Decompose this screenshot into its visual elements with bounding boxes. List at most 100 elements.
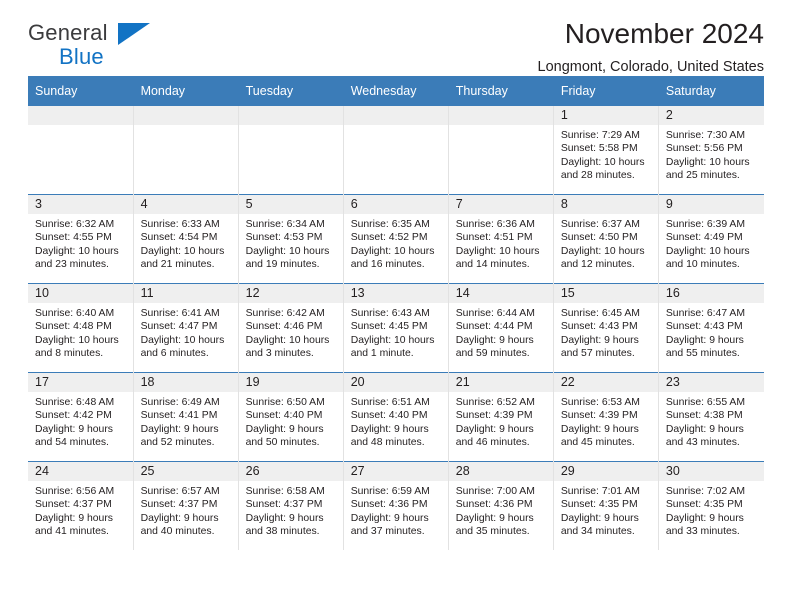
calendar-day-cell[interactable]: 24 Sunrise: 6:56 AM Sunset: 4:37 PM Dayligh… xyxy=(28,461,134,550)
calendar-day-cell[interactable]: 22 Sunrise: 6:53 AM Sunset: 4:39 PM Dayligh… xyxy=(553,372,659,462)
day-cell-inner: 24 Sunrise: 6:56 AM Sunset: 4:37 PM Dayligh… xyxy=(28,462,133,550)
calendar-day-cell[interactable]: 11 Sunrise: 6:41 AM Sunset: 4:47 PM Dayligh… xyxy=(133,283,239,373)
day-sun-info: Sunrise: 6:57 AM Sunset: 4:37 PM Daylight:… xyxy=(134,481,238,539)
daylight-text: Daylight: 9 hours and 54 minutes. xyxy=(35,423,113,449)
day-sun-info: Sunrise: 6:42 AM Sunset: 4:46 PM Daylight:… xyxy=(239,303,343,361)
calendar-day-cell[interactable]: 21 Sunrise: 6:52 AM Sunset: 4:39 PM Dayligh… xyxy=(448,372,554,462)
calendar-day-cell[interactable]: 8 Sunrise: 6:37 AM Sunset: 4:50 PM Daylight… xyxy=(553,194,659,284)
calendar-table: Sunday Monday Tuesday Wednesday Thursday… xyxy=(28,76,765,550)
calendar-day-cell[interactable]: 14 Sunrise: 6:44 AM Sunset: 4:44 PM Dayligh… xyxy=(448,283,554,373)
daylight-text: Daylight: 9 hours and 41 minutes. xyxy=(35,512,113,538)
day-number: 5 xyxy=(238,195,343,214)
day-sun-info: Sunrise: 6:34 AM Sunset: 4:53 PM Daylight:… xyxy=(239,214,343,272)
daylight-text: Daylight: 9 hours and 40 minutes. xyxy=(140,512,219,538)
day-sun-info: Sunrise: 6:45 AM Sunset: 4:43 PM Daylight:… xyxy=(554,303,658,361)
daylight-text: Daylight: 9 hours and 37 minutes. xyxy=(350,512,429,538)
day-cell-inner: 25 Sunrise: 6:57 AM Sunset: 4:37 PM Dayligh… xyxy=(133,462,238,550)
sunset-text: Sunset: 4:53 PM xyxy=(245,232,323,244)
calendar-day-cell[interactable]: 25 Sunrise: 6:57 AM Sunset: 4:37 PM Dayligh… xyxy=(133,461,239,550)
sunset-text: Sunset: 4:37 PM xyxy=(35,499,112,511)
daylight-text: Daylight: 10 hours and 19 minutes. xyxy=(245,245,330,271)
day-number: 30 xyxy=(658,462,764,481)
weekday-header-saturday: Saturday xyxy=(658,76,765,106)
calendar-day-cell[interactable]: 10 Sunrise: 6:40 AM Sunset: 4:48 PM Dayligh… xyxy=(28,283,134,373)
calendar-day-cell[interactable]: 15 Sunrise: 6:45 AM Sunset: 4:43 PM Dayligh… xyxy=(553,283,659,373)
day-cell-inner: 6 Sunrise: 6:35 AM Sunset: 4:52 PM Daylight… xyxy=(343,195,448,283)
sunrise-text: Sunrise: 6:35 AM xyxy=(350,219,430,230)
sunrise-text: Sunrise: 6:43 AM xyxy=(350,308,430,319)
calendar-empty-cell xyxy=(448,105,554,195)
calendar-body: 1 Sunrise: 7:29 AM Sunset: 5:58 PM Daylight… xyxy=(28,105,764,550)
day-cell-inner xyxy=(28,106,133,194)
calendar-day-cell[interactable]: 7 Sunrise: 6:36 AM Sunset: 4:51 PM Daylight… xyxy=(448,194,554,284)
calendar-day-cell[interactable]: 20 Sunrise: 6:51 AM Sunset: 4:40 PM Dayligh… xyxy=(343,372,449,462)
sunset-text: Sunset: 4:40 PM xyxy=(245,410,323,422)
day-number: 14 xyxy=(448,284,553,303)
daylight-text: Daylight: 9 hours and 43 minutes. xyxy=(665,423,744,449)
day-cell-inner: 27 Sunrise: 6:59 AM Sunset: 4:36 PM Dayligh… xyxy=(343,462,448,550)
day-number xyxy=(28,106,133,125)
day-sun-info: Sunrise: 6:52 AM Sunset: 4:39 PM Daylight:… xyxy=(449,392,553,450)
day-sun-info: Sunrise: 7:30 AM Sunset: 5:56 PM Daylight:… xyxy=(659,125,764,183)
daylight-text: Daylight: 10 hours and 8 minutes. xyxy=(35,334,119,360)
brand-logo[interactable]: General Blue xyxy=(28,22,208,74)
day-cell-inner xyxy=(238,106,343,194)
sunset-text: Sunset: 4:43 PM xyxy=(665,321,743,333)
calendar-day-cell[interactable]: 30 Sunrise: 7:02 AM Sunset: 4:35 PM Dayligh… xyxy=(658,461,764,550)
calendar-day-cell[interactable]: 26 Sunrise: 6:58 AM Sunset: 4:37 PM Dayligh… xyxy=(238,461,344,550)
calendar-day-cell[interactable]: 13 Sunrise: 6:43 AM Sunset: 4:45 PM Dayligh… xyxy=(343,283,449,373)
calendar-day-cell[interactable]: 4 Sunrise: 6:33 AM Sunset: 4:54 PM Daylight… xyxy=(133,194,239,284)
day-cell-inner: 15 Sunrise: 6:45 AM Sunset: 4:43 PM Dayligh… xyxy=(553,284,658,372)
day-number xyxy=(343,106,448,125)
calendar-day-cell[interactable]: 16 Sunrise: 6:47 AM Sunset: 4:43 PM Dayligh… xyxy=(658,283,764,373)
daylight-text: Daylight: 10 hours and 21 minutes. xyxy=(140,245,225,271)
sunrise-text: Sunrise: 6:51 AM xyxy=(350,397,430,408)
calendar-day-cell[interactable]: 23 Sunrise: 6:55 AM Sunset: 4:38 PM Dayligh… xyxy=(658,372,764,462)
day-number: 27 xyxy=(343,462,448,481)
sunset-text: Sunset: 4:48 PM xyxy=(35,321,112,333)
calendar-day-cell[interactable]: 1 Sunrise: 7:29 AM Sunset: 5:58 PM Daylight… xyxy=(553,105,659,195)
day-cell-inner: 8 Sunrise: 6:37 AM Sunset: 4:50 PM Daylight… xyxy=(553,195,658,283)
day-number: 8 xyxy=(553,195,658,214)
calendar-day-cell[interactable]: 5 Sunrise: 6:34 AM Sunset: 4:53 PM Daylight… xyxy=(238,194,344,284)
sunset-text: Sunset: 4:52 PM xyxy=(350,232,428,244)
calendar-day-cell[interactable]: 17 Sunrise: 6:48 AM Sunset: 4:42 PM Dayligh… xyxy=(28,372,134,462)
brand-triangle-icon xyxy=(118,23,150,45)
sunset-text: Sunset: 4:37 PM xyxy=(140,499,218,511)
calendar-day-cell[interactable]: 28 Sunrise: 7:00 AM Sunset: 4:36 PM Dayligh… xyxy=(448,461,554,550)
day-sun-info: Sunrise: 7:00 AM Sunset: 4:36 PM Daylight:… xyxy=(449,481,553,539)
page-title: November 2024 xyxy=(564,18,764,49)
daylight-text: Daylight: 9 hours and 55 minutes. xyxy=(665,334,744,360)
day-cell-inner: 10 Sunrise: 6:40 AM Sunset: 4:48 PM Dayligh… xyxy=(28,284,133,372)
calendar-day-cell[interactable]: 2 Sunrise: 7:30 AM Sunset: 5:56 PM Daylight… xyxy=(658,105,764,195)
daylight-text: Daylight: 10 hours and 14 minutes. xyxy=(455,245,540,271)
calendar-empty-cell xyxy=(238,105,344,195)
day-cell-inner: 23 Sunrise: 6:55 AM Sunset: 4:38 PM Dayligh… xyxy=(658,373,764,461)
day-number xyxy=(133,106,238,125)
day-number: 17 xyxy=(28,373,133,392)
sunrise-text: Sunrise: 6:42 AM xyxy=(245,308,325,319)
calendar-day-cell[interactable]: 12 Sunrise: 6:42 AM Sunset: 4:46 PM Dayligh… xyxy=(238,283,344,373)
calendar-day-cell[interactable]: 18 Sunrise: 6:49 AM Sunset: 4:41 PM Dayligh… xyxy=(133,372,239,462)
sunrise-text: Sunrise: 6:52 AM xyxy=(455,397,535,408)
day-number: 15 xyxy=(553,284,658,303)
sunrise-text: Sunrise: 6:48 AM xyxy=(35,397,115,408)
daylight-text: Daylight: 9 hours and 52 minutes. xyxy=(140,423,219,449)
day-sun-info: Sunrise: 6:32 AM Sunset: 4:55 PM Daylight:… xyxy=(28,214,133,272)
sunset-text: Sunset: 4:45 PM xyxy=(350,321,428,333)
calendar-day-cell[interactable]: 3 Sunrise: 6:32 AM Sunset: 4:55 PM Daylight… xyxy=(28,194,134,284)
day-sun-info: Sunrise: 6:51 AM Sunset: 4:40 PM Daylight:… xyxy=(344,392,448,450)
day-cell-inner xyxy=(448,106,553,194)
weekday-header-tuesday: Tuesday xyxy=(238,76,344,106)
calendar-week-row: 1 Sunrise: 7:29 AM Sunset: 5:58 PM Daylight… xyxy=(28,105,764,195)
calendar-day-cell[interactable]: 29 Sunrise: 7:01 AM Sunset: 4:35 PM Dayligh… xyxy=(553,461,659,550)
calendar-day-cell[interactable]: 27 Sunrise: 6:59 AM Sunset: 4:36 PM Dayligh… xyxy=(343,461,449,550)
sunset-text: Sunset: 4:44 PM xyxy=(455,321,533,333)
title-block: November 2024 Longmont, Colorado, United… xyxy=(538,0,765,75)
sunset-text: Sunset: 4:39 PM xyxy=(560,410,638,422)
sunset-text: Sunset: 4:54 PM xyxy=(140,232,218,244)
calendar-day-cell[interactable]: 6 Sunrise: 6:35 AM Sunset: 4:52 PM Daylight… xyxy=(343,194,449,284)
day-number: 22 xyxy=(553,373,658,392)
calendar-day-cell[interactable]: 9 Sunrise: 6:39 AM Sunset: 4:49 PM Daylight… xyxy=(658,194,764,284)
calendar-day-cell[interactable]: 19 Sunrise: 6:50 AM Sunset: 4:40 PM Dayligh… xyxy=(238,372,344,462)
